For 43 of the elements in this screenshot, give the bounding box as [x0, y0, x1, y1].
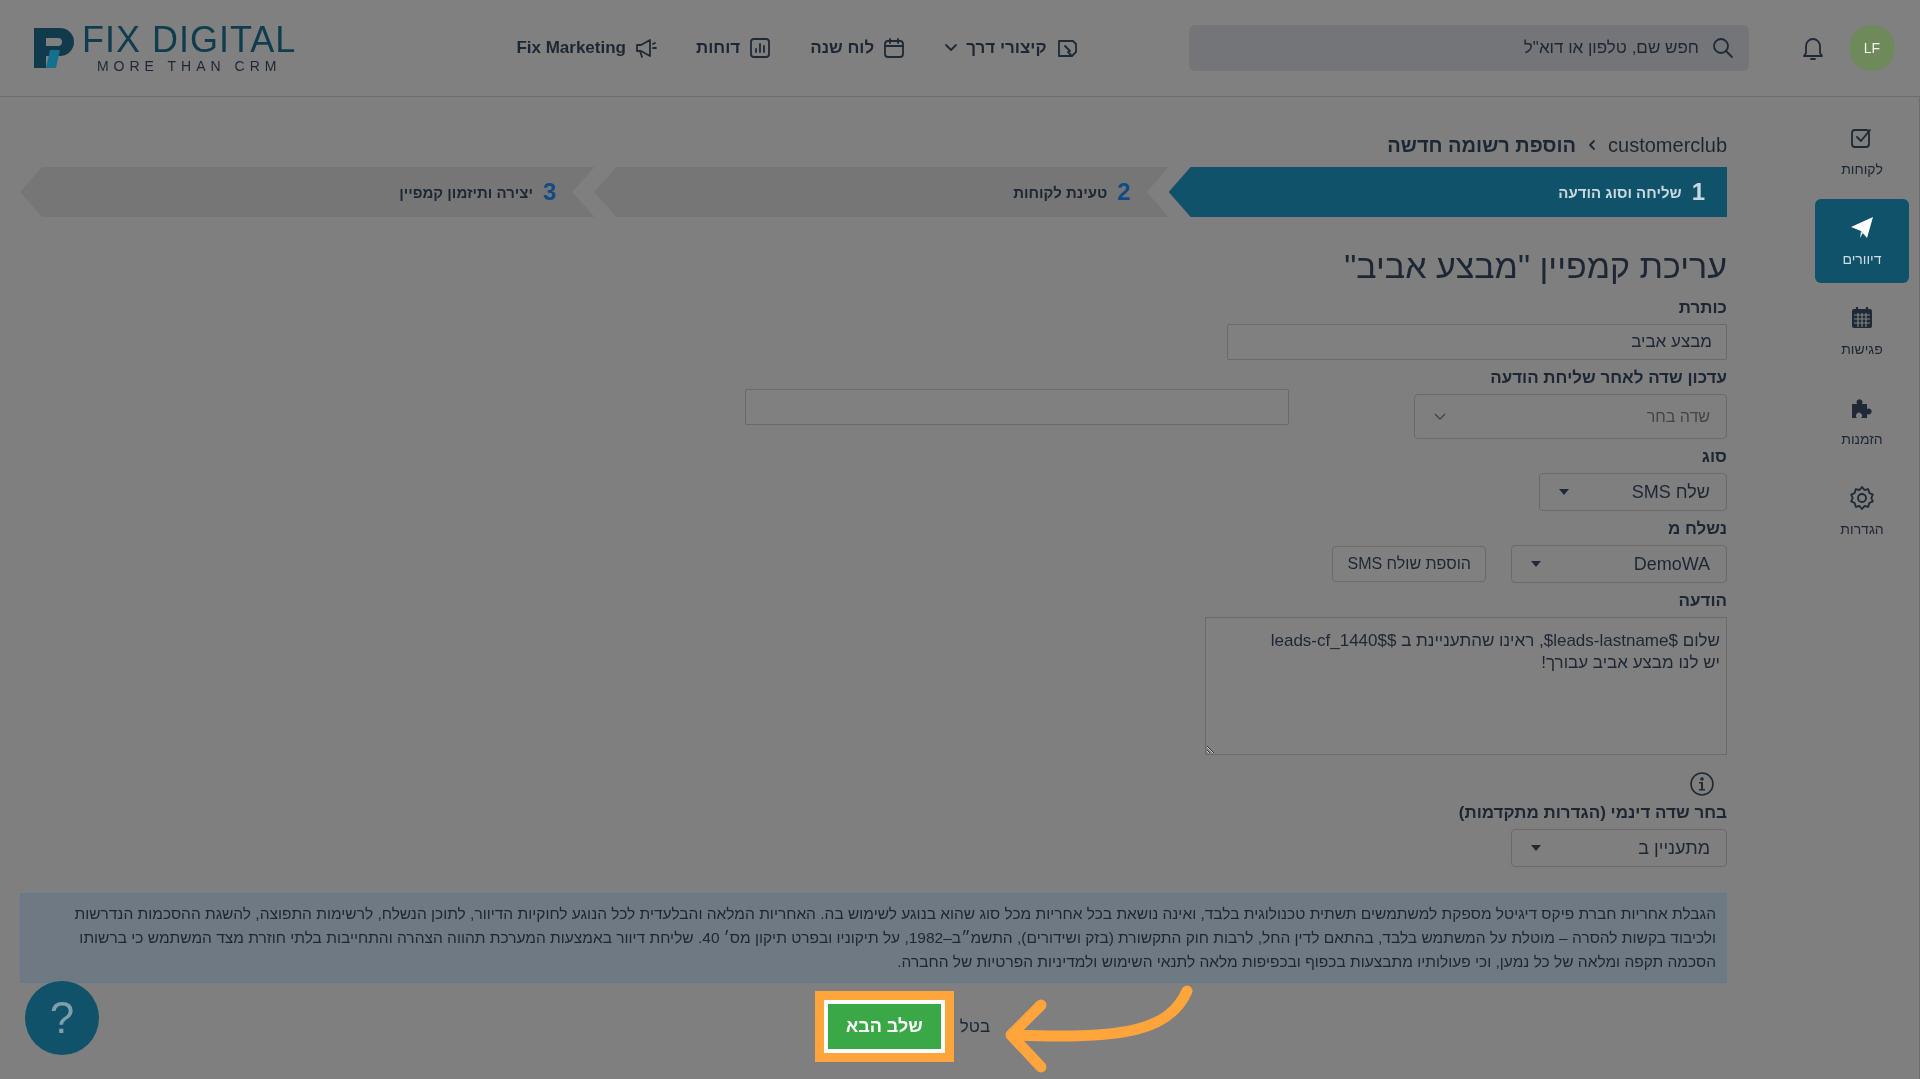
nav-link[interactable]: Fix Marketing: [516, 36, 658, 60]
nav-link[interactable]: דוחות: [695, 36, 773, 60]
calendar-icon: [882, 36, 907, 60]
dropdown-field[interactable]: שלח SMS: [1539, 473, 1727, 511]
help-button[interactable]: ?: [25, 981, 99, 1055]
caret-icon: [1530, 560, 1542, 568]
cancel-link[interactable]: בטל: [959, 1016, 991, 1037]
nav-link[interactable]: לוח שנה: [810, 36, 907, 60]
sidebar-item[interactable]: הזמנות: [1815, 379, 1909, 463]
caret-icon: [1530, 844, 1542, 852]
sidebar-item[interactable]: דיוורים: [1815, 199, 1909, 283]
sidebar-item[interactable]: פגישות: [1815, 289, 1909, 373]
caret-icon: [1558, 488, 1570, 496]
sidebar-item[interactable]: הגדרות: [1815, 469, 1909, 553]
disclaimer-text: הגבלת אחריות חברת פיקס דיגיטל מספקת למשתמשים תשתית טכנולוגית בלבד, ואינה נושאת בכל אחריות מכל סוג שהוא בנוגע לשימוש בה. האחריות המלאה והבלעדית לכל הנוגע לחוקיות הדיוור, לתוכן הנשלח, לרשימות התפוצה, להשגת ההסכמות הנדרשות ולכיבוד בקשות להסרה – מוטלת על המשתמש בלבד, בהתאם לדין החל, לרבות חוק התקשורת (בזק ושידורים), התשמ״ב–1982, על תיקוניו ובפרט תיקון מס׳ 40. שליחת דיוור באמצעות המערכת תהווה הצהרה והתחייבות בלתי חוזרת מצד המשתמש כי ברשותו הסכמה תקפה ומלאה של כל נמען, וכי פעולותיו מתבצעות בכפוף ובכפיפות מלאה לתנאי השימוש ולמדיניות הפרטיות של החברה.: [20, 893, 1727, 983]
sidebar-item[interactable]: לקוחות: [1815, 109, 1909, 193]
field-label: כותרת: [1678, 298, 1727, 318]
calendar-icon: [1849, 305, 1875, 331]
add-sender-button[interactable]: הוספת שולח SMS: [1332, 546, 1486, 582]
field-label: נשלח מ: [1667, 519, 1727, 539]
next-button[interactable]: שלב הבא: [823, 1000, 945, 1053]
page-title: עריכת קמפיין "מבצע אביב": [1344, 247, 1727, 286]
nav-link[interactable]: קיצורי דרך: [944, 36, 1079, 60]
info-icon: [1689, 771, 1715, 797]
field-label: הודעה: [1678, 591, 1727, 611]
dropdown-field[interactable]: מתעניין ב: [1511, 829, 1727, 867]
breadcrumb-link[interactable]: הוספת רשומה חדשה: [1387, 133, 1577, 157]
logo-text: FIX DIGITAL: [82, 22, 297, 58]
dropdown-field[interactable]: שדה בחר: [1414, 394, 1727, 439]
megaphone-icon: [633, 36, 658, 60]
field-label: בחר שדה דינמי (הגדרות מתקדמות): [1458, 803, 1727, 823]
message-field[interactable]: שלום $leads-lastname$, ראינו שהתעניינת ב $$leads-cf_1440 יש לנו מבצע אביב עבורך!: [1205, 617, 1727, 755]
field-label: עדכון שדה לאחר שליחת הודעה: [1490, 368, 1727, 388]
search-icon: [1712, 37, 1734, 59]
search-field[interactable]: חפש שם, טלפון או דוא"ל: [1189, 25, 1749, 71]
dropdown-field[interactable]: DemoWA: [1511, 545, 1727, 583]
bar-chart-icon: [748, 36, 773, 60]
gear-icon: [1849, 485, 1875, 511]
text-field[interactable]: מבצע אביב: [1227, 324, 1727, 360]
logo-tagline: MORE THAN CRM: [96, 58, 282, 74]
user-avatar[interactable]: LF: [1849, 25, 1895, 71]
breadcrumb-link[interactable]: customerclub: [1608, 133, 1727, 157]
field-label: סוג: [1701, 447, 1727, 467]
